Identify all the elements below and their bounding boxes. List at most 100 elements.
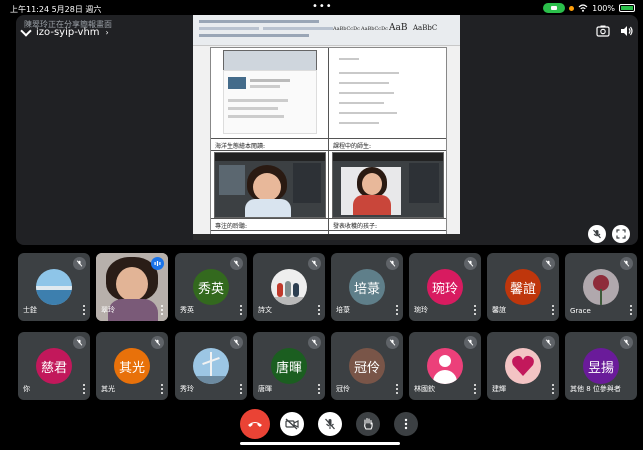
participant-tile[interactable]: Grace bbox=[565, 253, 637, 321]
participant-tile[interactable]: 詩文 bbox=[253, 253, 325, 321]
participant-tile[interactable]: 培菉 培菉 bbox=[331, 253, 403, 321]
status-indicators: 100% bbox=[543, 3, 635, 13]
avatar bbox=[36, 269, 72, 305]
chevron-right-icon: › bbox=[105, 28, 109, 37]
fullscreen-icon bbox=[616, 229, 626, 239]
other-participants-tile[interactable]: 昱揚 其他 8 位參與者 bbox=[565, 332, 637, 400]
mic-off-icon bbox=[73, 257, 86, 270]
mic-off-icon bbox=[386, 336, 399, 349]
participant-tile[interactable]: 馨誼 馨誼 bbox=[487, 253, 559, 321]
avatar bbox=[193, 348, 229, 384]
participant-tile[interactable]: 林國欽 bbox=[409, 332, 481, 400]
participant-name: 建輝 bbox=[492, 385, 506, 393]
more-options-icon[interactable] bbox=[552, 384, 555, 395]
mic-toggle-button[interactable] bbox=[318, 412, 342, 436]
mic-off-icon bbox=[230, 257, 243, 270]
more-options-icon[interactable] bbox=[630, 305, 633, 316]
more-options-icon[interactable] bbox=[552, 305, 555, 316]
more-options-icon[interactable] bbox=[240, 384, 243, 395]
avatar: 昱揚 bbox=[583, 348, 619, 384]
doc-photo-student bbox=[214, 152, 326, 218]
participant-name: 其光 bbox=[101, 385, 115, 393]
screenshot-icon[interactable] bbox=[596, 25, 610, 37]
caption-top-left: 海洋生態繪本閱讀: bbox=[215, 143, 266, 150]
style-1: AaBbCcDc bbox=[333, 26, 360, 32]
hangup-icon bbox=[248, 422, 262, 427]
avatar: 秀英 bbox=[193, 269, 229, 305]
avatar: 培菉 bbox=[349, 269, 385, 305]
more-options-icon[interactable] bbox=[318, 384, 321, 395]
participant-name: 其他 8 位參與者 bbox=[570, 385, 621, 393]
participant-tile[interactable]: 士銓 bbox=[18, 253, 90, 321]
more-options-icon[interactable] bbox=[474, 305, 477, 316]
avatar: 琬玲 bbox=[427, 269, 463, 305]
camera-off-icon bbox=[285, 418, 299, 430]
more-options-icon[interactable] bbox=[161, 305, 164, 316]
mic-off-button[interactable] bbox=[588, 225, 606, 243]
doc-image-3 bbox=[333, 50, 441, 134]
participant-name: 秀英 bbox=[180, 306, 194, 314]
participant-name: 琬玲 bbox=[414, 306, 428, 314]
chevron-down-icon bbox=[20, 24, 32, 37]
participant-name: Grace bbox=[570, 307, 591, 315]
heart-icon bbox=[512, 355, 534, 376]
more-options-icon[interactable] bbox=[318, 305, 321, 316]
top-icons bbox=[596, 25, 634, 37]
camera-in-use-icon bbox=[543, 3, 566, 13]
avatar: 慈君 bbox=[36, 348, 72, 384]
participant-tile[interactable]: 秀英 秀英 bbox=[175, 253, 247, 321]
status-bar: 上午11:24 5月28日 週六 ••• 100% bbox=[0, 0, 643, 16]
default-avatar-icon bbox=[427, 348, 463, 384]
doc-image-1 bbox=[223, 50, 317, 72]
participant-name: 馨誼 bbox=[492, 306, 506, 314]
mic-off-icon bbox=[542, 257, 555, 270]
home-indicator[interactable] bbox=[240, 442, 400, 445]
participant-tile[interactable]: 秀玲 bbox=[175, 332, 247, 400]
participant-tile[interactable]: 琬玲 琬玲 bbox=[409, 253, 481, 321]
multitask-dots-icon[interactable]: ••• bbox=[312, 1, 333, 12]
participant-name: 秀玲 bbox=[180, 385, 194, 393]
mic-off-icon bbox=[308, 336, 321, 349]
participant-tile-self[interactable]: 慈君 你 bbox=[18, 332, 90, 400]
more-options-icon[interactable] bbox=[83, 305, 86, 316]
battery-icon bbox=[619, 4, 635, 12]
participant-name: 士銓 bbox=[23, 306, 37, 314]
participant-name: 冠伶 bbox=[336, 385, 350, 393]
participant-tile[interactable]: 冠伶 冠伶 bbox=[331, 332, 403, 400]
avatar: 其光 bbox=[114, 348, 150, 384]
mic-in-use-icon bbox=[569, 5, 575, 11]
mic-off-icon bbox=[620, 257, 633, 270]
shared-slide: AaBbCcDc AaBbCcDc AaB AaBbC 海洋生態繪本閱讀: 課程… bbox=[193, 15, 460, 240]
more-options-icon[interactable] bbox=[396, 305, 399, 316]
participant-tile[interactable]: 建輝 bbox=[487, 332, 559, 400]
mic-off-icon bbox=[73, 336, 86, 349]
participant-tile-video[interactable]: 翠玲 bbox=[96, 253, 168, 321]
more-options-icon[interactable] bbox=[396, 384, 399, 395]
mic-off-icon bbox=[325, 418, 335, 430]
more-options-icon[interactable] bbox=[240, 305, 243, 316]
meeting-code-button[interactable]: izo-syip-vhm › bbox=[20, 24, 109, 38]
raise-hand-button[interactable] bbox=[356, 412, 380, 436]
camera-toggle-button[interactable] bbox=[280, 412, 304, 436]
mic-off-icon bbox=[386, 257, 399, 270]
caption-bottom-left: 專注的聆聽: bbox=[215, 223, 248, 230]
participant-tile[interactable]: 唐暉 唐暉 bbox=[253, 332, 325, 400]
more-options-icon[interactable] bbox=[83, 384, 86, 395]
participant-tile[interactable]: 其光 其光 bbox=[96, 332, 168, 400]
participant-name: 林國欽 bbox=[414, 385, 435, 393]
fullscreen-button[interactable] bbox=[612, 225, 630, 243]
more-options-button[interactable] bbox=[394, 412, 418, 436]
participant-name: 詩文 bbox=[258, 306, 272, 314]
speaker-icon[interactable] bbox=[620, 25, 634, 37]
mic-off-icon bbox=[464, 257, 477, 270]
hangup-button[interactable] bbox=[240, 409, 270, 439]
presentation-area[interactable]: 陳翠玲正在分享簡報畫面 izo-syip-vhm › AaBbCcDc AaBb… bbox=[16, 15, 638, 245]
more-options-icon[interactable] bbox=[161, 384, 164, 395]
raise-hand-icon bbox=[364, 417, 373, 430]
more-options-icon[interactable] bbox=[474, 384, 477, 395]
battery-percent: 100% bbox=[592, 3, 615, 13]
avatar: 馨誼 bbox=[505, 269, 541, 305]
mic-off-icon bbox=[308, 257, 321, 270]
speaking-icon bbox=[151, 257, 164, 270]
meeting-code: izo-syip-vhm bbox=[36, 27, 100, 38]
